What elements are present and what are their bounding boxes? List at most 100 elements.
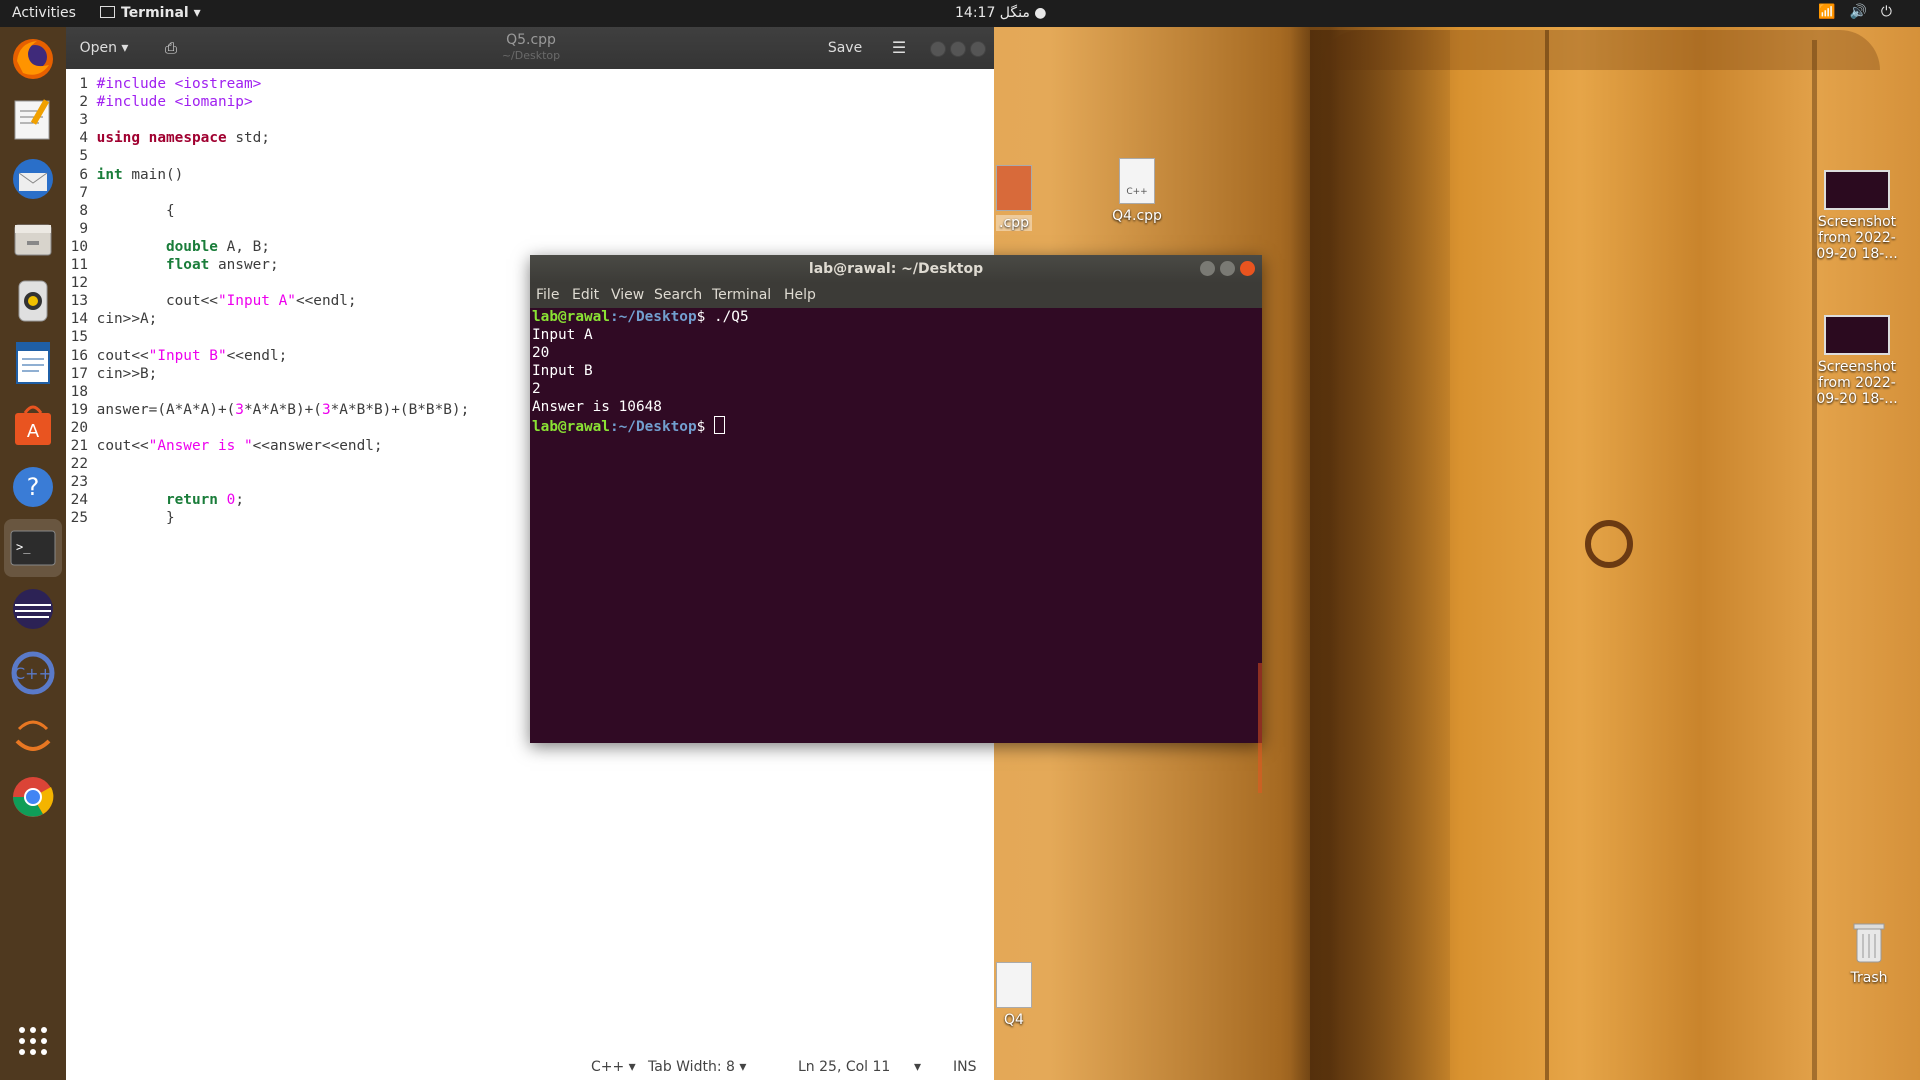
- code-line[interactable]: 5: [66, 147, 97, 165]
- svg-text:>_: >_: [16, 540, 31, 554]
- activities-button[interactable]: Activities: [12, 5, 76, 21]
- terminal-titlebar[interactable]: lab@rawal: ~/Desktop: [530, 255, 1262, 283]
- menu-edit[interactable]: Edit: [572, 287, 599, 303]
- software-center-icon[interactable]: A: [9, 401, 57, 449]
- app-menu[interactable]: Terminal ▾: [100, 5, 201, 21]
- desktop-file-label: Screenshot from 2022-09-20 18-...: [1816, 214, 1898, 262]
- line-number: 23: [70, 474, 88, 491]
- code-line[interactable]: 19 answer=(A*A*A)+(3*A*A*B)+(3*A*B*B)+(B…: [66, 401, 470, 419]
- terminal-menubar: File Edit View Search Terminal Help: [530, 283, 1262, 308]
- svg-text:?: ?: [27, 473, 40, 501]
- code-line[interactable]: 24 return 0;: [66, 491, 244, 509]
- terminal-scrollbar[interactable]: [1258, 663, 1262, 793]
- status-bar: C++ ▾ Tab Width: 8 ▾ Ln 25, Col 11 ▾ INS: [66, 1054, 994, 1080]
- power-icon[interactable]: ⏻: [1881, 4, 1906, 20]
- code-line[interactable]: 12: [66, 274, 97, 292]
- prompt-user: lab@rawal: [532, 419, 610, 435]
- open-button[interactable]: Open ▾: [74, 34, 134, 62]
- code-text: cin>>B;: [96, 365, 158, 382]
- code-line[interactable]: 2 #include <iomanip>: [66, 93, 252, 111]
- code-text: answer=(A*A*A)+(3*A*A*B)+(3*A*B*B)+(B*B*…: [96, 401, 470, 418]
- desktop-file-q4cpp[interactable]: C++ Q4.cpp: [1102, 158, 1172, 224]
- close-icon[interactable]: [1240, 261, 1255, 276]
- wallpaper-door-plank: [1545, 30, 1549, 1080]
- menu-search[interactable]: Search: [654, 287, 702, 303]
- code-line[interactable]: 11 float answer;: [66, 256, 279, 274]
- line-number: 7: [79, 184, 88, 201]
- show-applications-icon[interactable]: [9, 1017, 57, 1065]
- top-bar: Activities Terminal ▾ 14:17 منگل ● 📶🔊⏻: [0, 0, 1920, 27]
- menu-view[interactable]: View: [611, 287, 644, 303]
- code-line[interactable]: 1 #include <iostream>: [66, 75, 261, 93]
- libreoffice-writer-icon[interactable]: [9, 339, 57, 387]
- minimize-icon[interactable]: [930, 41, 946, 57]
- code-line[interactable]: 14 cin>>A;: [66, 310, 158, 328]
- clock[interactable]: 14:17 منگل ●: [955, 5, 1047, 21]
- code-line[interactable]: 15: [66, 328, 97, 346]
- code-line[interactable]: 7: [66, 184, 97, 202]
- code-line[interactable]: 22: [66, 455, 97, 473]
- code-line[interactable]: 21 cout<<"Answer is "<<answer<<endl;: [66, 437, 383, 455]
- minimize-icon[interactable]: [1200, 261, 1215, 276]
- code-line[interactable]: 9: [66, 220, 97, 238]
- maximize-icon[interactable]: [950, 41, 966, 57]
- code-line[interactable]: 20: [66, 419, 97, 437]
- menu-terminal[interactable]: Terminal: [712, 287, 771, 303]
- chrome-icon[interactable]: [9, 773, 57, 821]
- line-number: 10: [70, 238, 88, 255]
- code-line[interactable]: 6 int main(): [66, 166, 183, 184]
- line-number: 15: [70, 329, 88, 346]
- menu-file[interactable]: File: [536, 287, 559, 303]
- line-number: 16: [70, 347, 88, 364]
- code-text: return 0;: [165, 492, 244, 509]
- codeblocks-icon[interactable]: C++: [9, 649, 57, 697]
- menu-help[interactable]: Help: [784, 287, 816, 303]
- text-editor-icon[interactable]: [9, 95, 57, 143]
- hamburger-menu-icon[interactable]: ☰: [882, 34, 916, 62]
- wallpaper-door-shadow: [1310, 30, 1450, 1080]
- line-number: 12: [70, 275, 88, 292]
- code-line[interactable]: 3: [66, 111, 97, 129]
- save-button[interactable]: Save: [820, 34, 870, 62]
- prompt-symbol: $: [696, 419, 706, 435]
- desktop-file-screenshot-2[interactable]: Screenshot from 2022-09-20 18-...: [1812, 315, 1902, 407]
- terminal-app-icon[interactable]: >_: [4, 519, 62, 577]
- rhythmbox-icon[interactable]: [9, 277, 57, 325]
- desktop-file-q4[interactable]: Q4: [994, 962, 1034, 1028]
- code-line[interactable]: 10 double A, B;: [66, 238, 270, 256]
- eclipse-icon[interactable]: [9, 585, 57, 633]
- firefox-icon[interactable]: [9, 35, 57, 83]
- code-line[interactable]: 23: [66, 473, 97, 491]
- code-line[interactable]: 18: [66, 383, 97, 401]
- new-document-icon[interactable]: ⎙: [154, 34, 188, 62]
- language-selector[interactable]: C++ ▾: [591, 1059, 636, 1075]
- volume-icon[interactable]: 🔊: [1849, 4, 1880, 20]
- text-cursor: [713, 416, 725, 434]
- files-icon[interactable]: [9, 215, 57, 263]
- code-text: cin>>A;: [96, 311, 158, 328]
- maximize-icon[interactable]: [1220, 261, 1235, 276]
- code-text: float answer;: [165, 257, 279, 273]
- desktop-file-screenshot-1[interactable]: Screenshot from 2022-09-20 18-...: [1812, 170, 1902, 262]
- desktop-trash[interactable]: Trash: [1842, 918, 1896, 986]
- code-line[interactable]: 13 cout<<"Input A"<<endl;: [66, 292, 357, 310]
- code-line[interactable]: 4 using namespace std;: [66, 129, 270, 147]
- tab-width-selector[interactable]: Tab Width: 8 ▾: [648, 1059, 746, 1075]
- line-number: 3: [79, 112, 88, 129]
- code-line[interactable]: 17 cin>>B;: [66, 365, 158, 383]
- code-line[interactable]: 16 cout<<"Input B"<<endl;: [66, 347, 288, 365]
- wifi-icon[interactable]: 📶: [1818, 4, 1849, 20]
- desktop-file-label: Screenshot from 2022-09-20 18-...: [1816, 359, 1898, 407]
- close-icon[interactable]: [970, 41, 986, 57]
- help-icon[interactable]: ?: [9, 463, 57, 511]
- system-tray[interactable]: 📶🔊⏻: [1818, 4, 1906, 20]
- chevron-down-icon[interactable]: ▾: [914, 1059, 921, 1075]
- code-line[interactable]: 25 }: [66, 509, 175, 527]
- netbeans-icon[interactable]: [9, 711, 57, 759]
- code-text: using namespace std;: [96, 130, 270, 147]
- thunderbird-icon[interactable]: [9, 155, 57, 203]
- code-line[interactable]: 8 {: [66, 202, 174, 220]
- terminal-output[interactable]: lab@rawal:~/Desktop$ ./Q5 Input A 20 Inp…: [530, 308, 1262, 793]
- desktop-file-cpp-partial[interactable]: .cpp: [994, 165, 1034, 231]
- cursor-position[interactable]: Ln 25, Col 11: [798, 1059, 890, 1075]
